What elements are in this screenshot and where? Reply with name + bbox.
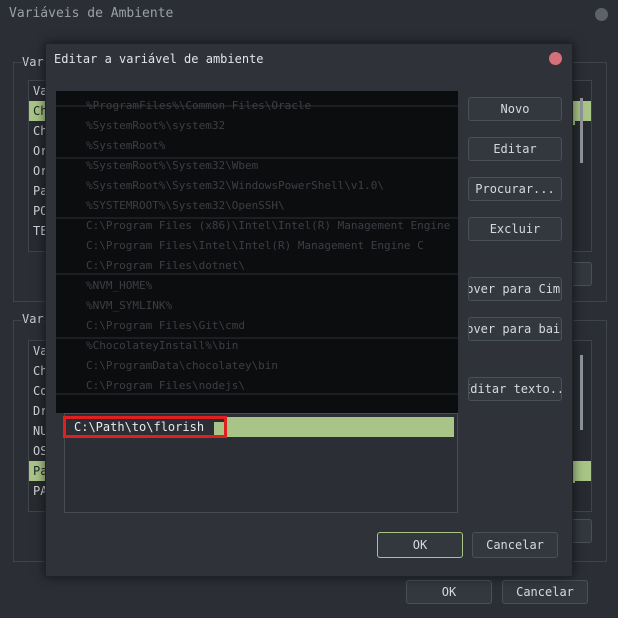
delete-button[interactable]: Excluir bbox=[468, 217, 562, 241]
list-item[interactable]: %SystemRoot% bbox=[86, 139, 165, 152]
noise-streak bbox=[56, 273, 458, 275]
list-item[interactable]: %SystemRoot%\system32 bbox=[86, 119, 225, 132]
close-icon[interactable] bbox=[549, 52, 562, 65]
list-item[interactable]: %NVM_HOME% bbox=[86, 279, 152, 292]
outer-ok-button[interactable]: OK bbox=[406, 580, 492, 604]
list-item[interactable]: %NVM_SYMLINK% bbox=[86, 299, 172, 312]
list-item[interactable]: %SYSTEMROOT%\System32\OpenSSH\ bbox=[86, 199, 285, 212]
list-item[interactable]: %SystemRoot%\System32\Wbem bbox=[86, 159, 258, 172]
text-caret bbox=[214, 422, 224, 435]
noise-streak bbox=[56, 393, 458, 395]
system-variables-label: Var bbox=[22, 312, 44, 326]
path-edit-input[interactable]: C:\Path\to\florish bbox=[63, 416, 227, 438]
edit-text-button[interactable]: Editar texto... bbox=[468, 377, 562, 401]
edit-variable-dialog: Editar a variável de ambiente %ProgramFi… bbox=[45, 43, 573, 577]
user-variables-label: Var bbox=[22, 55, 44, 69]
dialog-cancel-button[interactable]: Cancelar bbox=[472, 532, 558, 558]
new-button[interactable]: Novo bbox=[468, 97, 562, 121]
list-item[interactable]: C:\Program Files\dotnet\ bbox=[86, 259, 245, 272]
user-list-scrollbar[interactable] bbox=[580, 98, 583, 163]
user-variables-button[interactable] bbox=[570, 262, 592, 286]
outer-cancel-button[interactable]: Cancelar bbox=[502, 580, 588, 604]
browse-button[interactable]: Procurar... bbox=[468, 177, 562, 201]
list-item[interactable]: %SystemRoot%\System32\WindowsPowerShell\… bbox=[86, 179, 384, 192]
window-title: Variáveis de Ambiente bbox=[9, 6, 174, 21]
path-entries-list[interactable]: %ProgramFiles%\Common Files\Oracle %Syst… bbox=[56, 91, 458, 413]
dialog-title: Editar a variável de ambiente bbox=[54, 52, 264, 66]
list-item[interactable]: C:\ProgramData\chocolatey\bin bbox=[86, 359, 278, 372]
list-item[interactable]: C:\Program Files (x86)\Intel\Intel(R) Ma… bbox=[86, 219, 450, 232]
system-variables-button[interactable] bbox=[570, 519, 592, 543]
system-list-scrollbar[interactable] bbox=[580, 355, 583, 430]
list-item[interactable]: C:\Program Files\Intel\Intel(R) Manageme… bbox=[86, 239, 424, 252]
list-item[interactable]: %ChocolateyInstall%\bin bbox=[86, 339, 238, 352]
dialog-ok-button[interactable]: OK bbox=[377, 532, 463, 558]
edit-button[interactable]: Editar bbox=[468, 137, 562, 161]
close-icon[interactable] bbox=[595, 8, 608, 21]
list-item[interactable]: C:\Program Files\Git\cmd bbox=[86, 319, 245, 332]
list-item[interactable]: C:\Program Files\nodejs\ bbox=[86, 379, 245, 392]
list-item[interactable]: %ProgramFiles%\Common Files\Oracle bbox=[86, 99, 311, 112]
move-up-button[interactable]: Mover para Cima bbox=[468, 277, 562, 301]
move-down-button[interactable]: Mover para baixo bbox=[468, 317, 562, 341]
